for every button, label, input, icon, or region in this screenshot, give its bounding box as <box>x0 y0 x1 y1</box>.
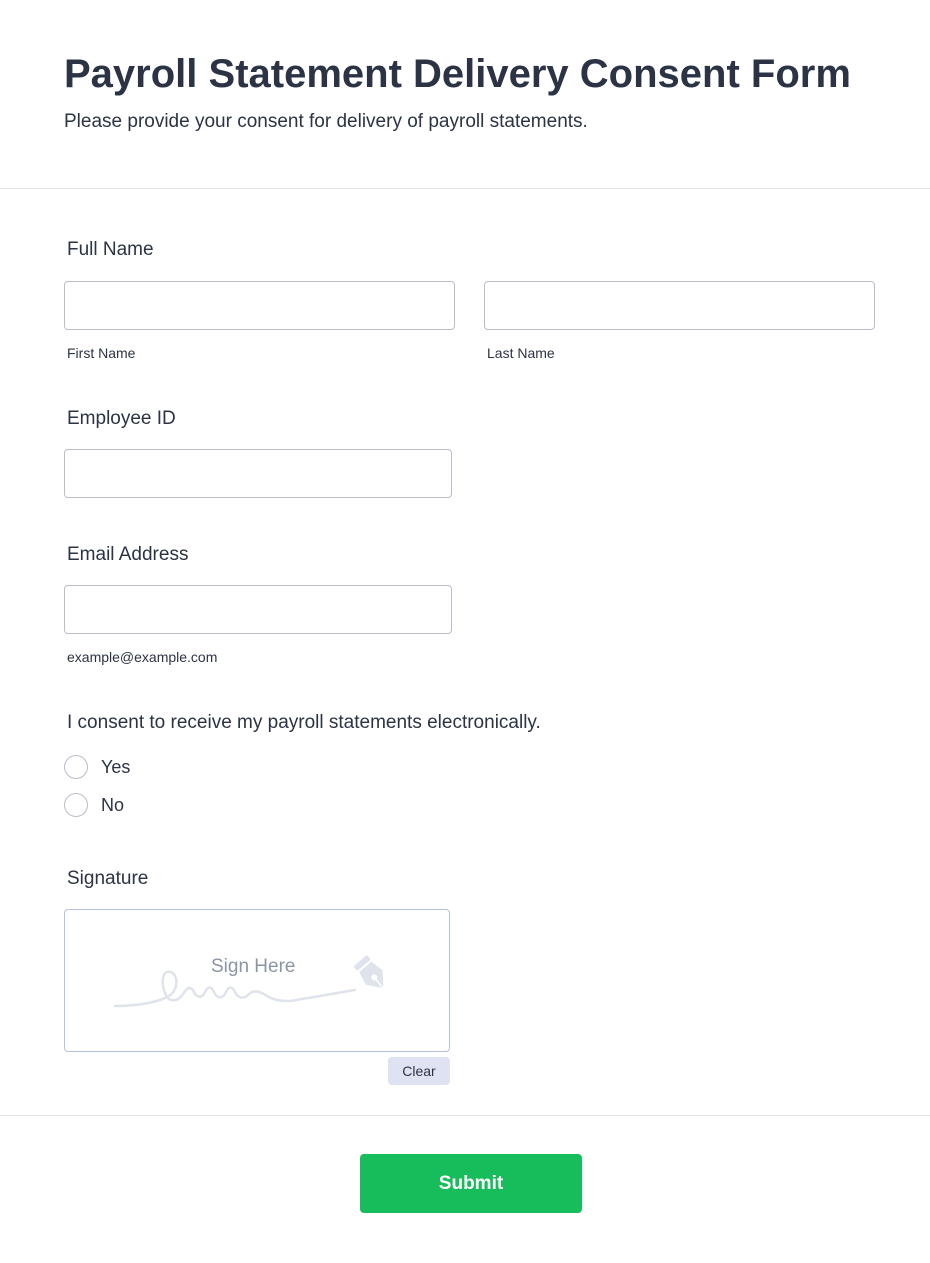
email-sublabel: example@example.com <box>67 649 218 665</box>
employee-id-label: Employee ID <box>67 408 176 429</box>
last-name-input[interactable] <box>484 281 875 330</box>
first-name-sublabel: First Name <box>67 345 136 361</box>
consent-option-no[interactable]: No <box>64 792 124 818</box>
page-title: Payroll Statement Delivery Consent Form <box>64 52 851 96</box>
radio-circle-icon[interactable] <box>64 755 88 779</box>
full-name-label: Full Name <box>67 239 154 260</box>
email-label: Email Address <box>67 544 189 565</box>
pen-nib-icon <box>353 955 384 989</box>
consent-option-label: Yes <box>101 756 131 777</box>
employee-id-input[interactable] <box>64 449 452 498</box>
radio-circle-icon[interactable] <box>64 793 88 817</box>
consent-question: I consent to receive my payroll statemen… <box>67 712 541 733</box>
first-name-input[interactable] <box>64 281 455 330</box>
submit-button[interactable]: Submit <box>360 1154 582 1213</box>
page-subtitle: Please provide your consent for delivery… <box>64 111 588 132</box>
last-name-sublabel: Last Name <box>487 345 555 361</box>
signature-placeholder: Sign Here <box>211 956 296 977</box>
consent-option-yes[interactable]: Yes <box>64 754 130 780</box>
email-input[interactable] <box>64 585 452 634</box>
clear-signature-button[interactable]: Clear <box>388 1057 450 1085</box>
footer-divider <box>0 1115 930 1116</box>
signature-pad[interactable]: Sign Here <box>64 909 450 1052</box>
form-header: Payroll Statement Delivery Consent Form … <box>0 0 930 189</box>
consent-option-label: No <box>101 794 125 815</box>
signature-label: Signature <box>67 868 149 889</box>
